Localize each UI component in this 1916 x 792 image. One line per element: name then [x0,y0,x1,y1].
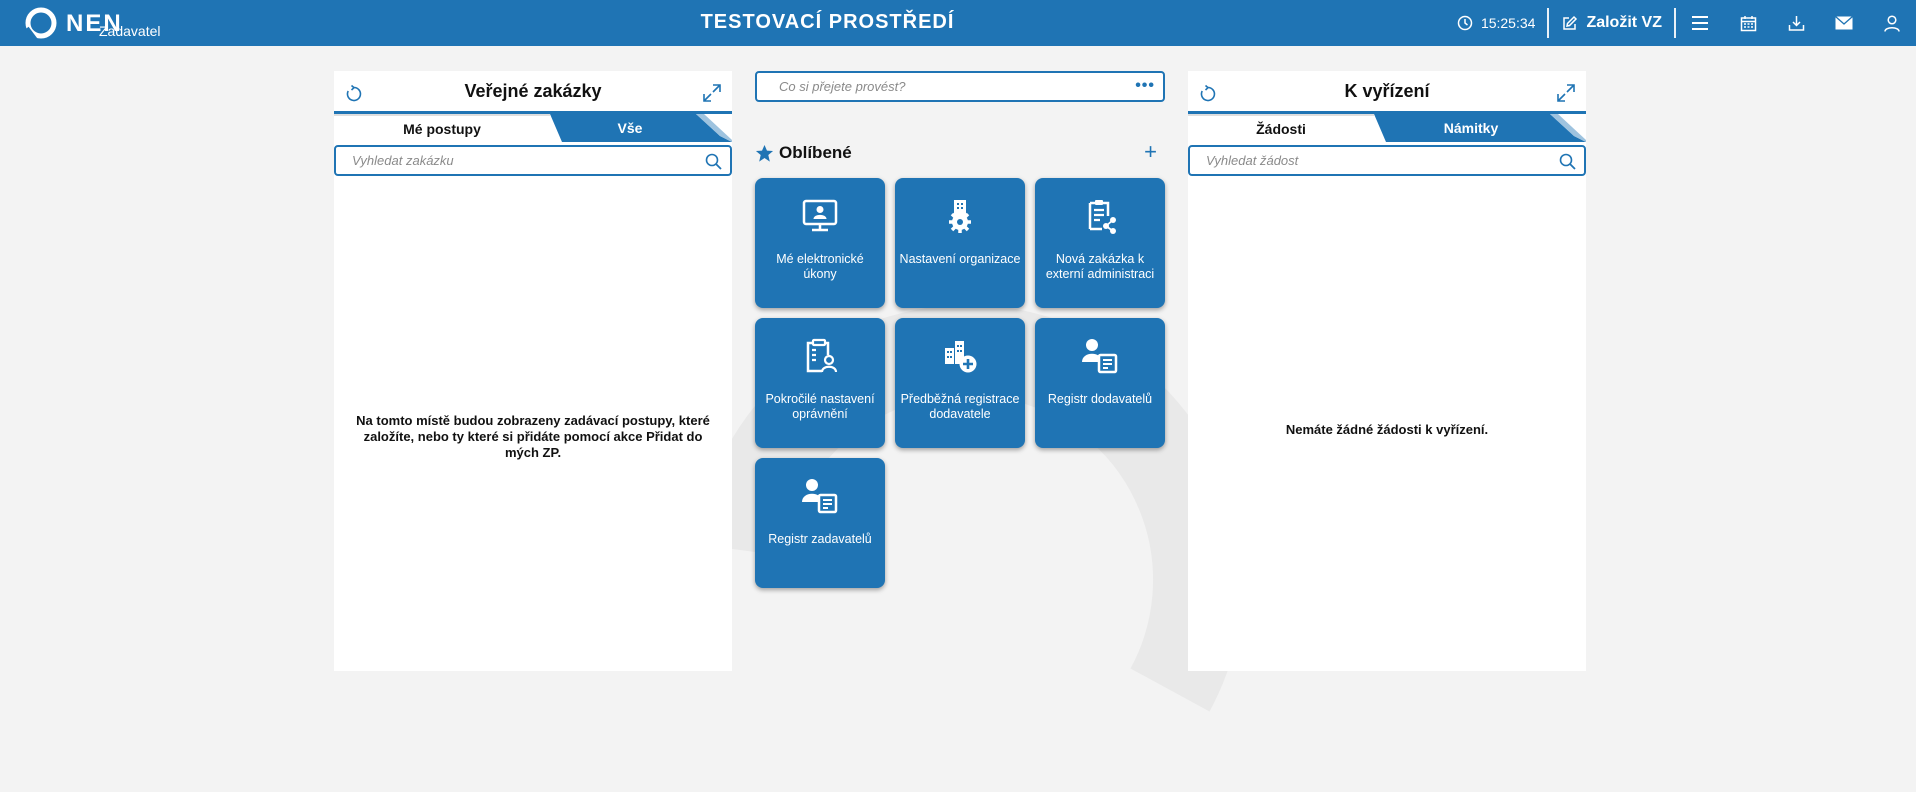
calendar-button[interactable] [1724,0,1772,46]
create-procurement-button[interactable]: Založit VZ [1549,14,1674,32]
empty-requests-message: Nemáte žádné žádosti k vyřízení. [1285,422,1489,437]
tile-new-external-procurement[interactable]: Nová zakázka k externí administraci [1035,178,1165,308]
tile-label: Registr dodavatelů [1047,392,1153,406]
separator [1674,8,1676,38]
create-procurement-label: Založit VZ [1586,14,1662,31]
panel-header: K vyřízení [1188,71,1586,114]
clipboard-user-icon [806,338,838,373]
request-search-input[interactable] [1190,147,1584,174]
procurement-search [334,145,732,176]
tile-label: Nastavení organizace [899,252,1021,266]
download-icon [1788,15,1804,31]
tab-objections-label: Námitky [1443,120,1499,136]
tab-requests[interactable]: Žádosti [1188,114,1374,142]
tab-all[interactable]: Vše [550,114,732,142]
monitor-user-icon [802,199,838,232]
clock-time: 15:25:34 [1480,15,1536,31]
tile-label: Mé elektronické úkony [776,252,864,281]
expand-icon[interactable] [702,83,722,103]
tile-organization-settings[interactable]: Nastavení organizace [895,178,1025,308]
tile-advanced-permissions[interactable]: Pokročilé nastavení oprávnění [755,318,885,448]
star-icon [755,144,774,162]
request-search [1188,145,1586,176]
expand-icon[interactable] [1556,83,1576,103]
pending-panel: K vyřízení Žádosti Námitky Nemáte žádné … [1188,71,1586,671]
panel-tabs: Žádosti Námitky [1188,114,1586,142]
download-button[interactable] [1772,0,1820,46]
menu-icon [1692,16,1708,30]
favorites-grid: Mé elektronické úkony Nastavení organiza… [755,178,1165,588]
panel-title: K vyřízení [1344,81,1430,101]
building-gear-icon [949,200,971,233]
panel-header: Veřejné zakázky [334,71,732,114]
clipboard-share-icon [1088,200,1116,234]
search-icon[interactable] [1559,153,1576,170]
tile-my-electronic-acts[interactable]: Mé elektronické úkony [755,178,885,308]
user-icon [1884,14,1900,32]
user-button[interactable] [1868,0,1916,46]
favorites-header: Oblíbené + [755,141,1165,166]
empty-procurements-message: Na tomto místě budou zobrazeny zadávací … [356,413,710,460]
tile-supplier-registry[interactable]: Registr dodavatelů [1035,318,1165,448]
add-favorite-button[interactable]: + [1144,141,1157,163]
panel-tabs: Mé postupy Vše [334,114,732,142]
tile-label: Pokročilé nastavení oprávnění [765,392,875,421]
clock-icon [1457,15,1473,31]
mail-button[interactable] [1820,0,1868,46]
building-add-icon [945,341,977,373]
search-icon[interactable] [705,153,722,170]
environment-title: TESTOVACÍ PROSTŘEDÍ [700,11,955,33]
panel-title: Veřejné zakázky [464,81,602,101]
procurements-panel: Veřejné zakázky Mé postupy Vše Na tomto … [334,71,732,671]
user-card-icon [1082,339,1118,374]
separator [1547,8,1550,38]
edit-icon [1563,15,1578,30]
center-column: ••• Oblíbené + Mé elektronické úkony [755,71,1165,588]
session-clock: 15:25:34 [1457,15,1548,31]
procurement-search-input[interactable] [336,147,730,174]
tile-contracting-authority-registry[interactable]: Registr zadavatelů [755,458,885,588]
tab-my-procedures[interactable]: Mé postupy [334,114,550,142]
user-card-icon [802,479,838,514]
tile-supplier-preregistration[interactable]: Předběžná registrace dodavatele [895,318,1025,448]
more-options-button[interactable]: ••• [1135,78,1155,94]
tile-label: Nová zakázka k externí administraci [1045,252,1155,281]
tab-objections[interactable]: Námitky [1374,114,1586,142]
command-box: ••• [755,71,1165,102]
menu-button[interactable] [1676,0,1724,46]
tile-label: Předběžná registrace dodavatele [900,392,1020,421]
top-bar: NEN Zadavatel TESTOVACÍ PROSTŘEDÍ 15:25:… [0,0,1916,46]
tab-all-label: Vše [617,120,643,136]
mail-icon [1835,16,1853,30]
favorites-title: Oblíbené [779,143,852,162]
calendar-icon [1740,15,1756,31]
topbar-actions: 15:25:34 Založit VZ [1457,0,1916,46]
tile-label: Registr zadavatelů [768,532,872,546]
command-input[interactable] [757,73,1163,100]
